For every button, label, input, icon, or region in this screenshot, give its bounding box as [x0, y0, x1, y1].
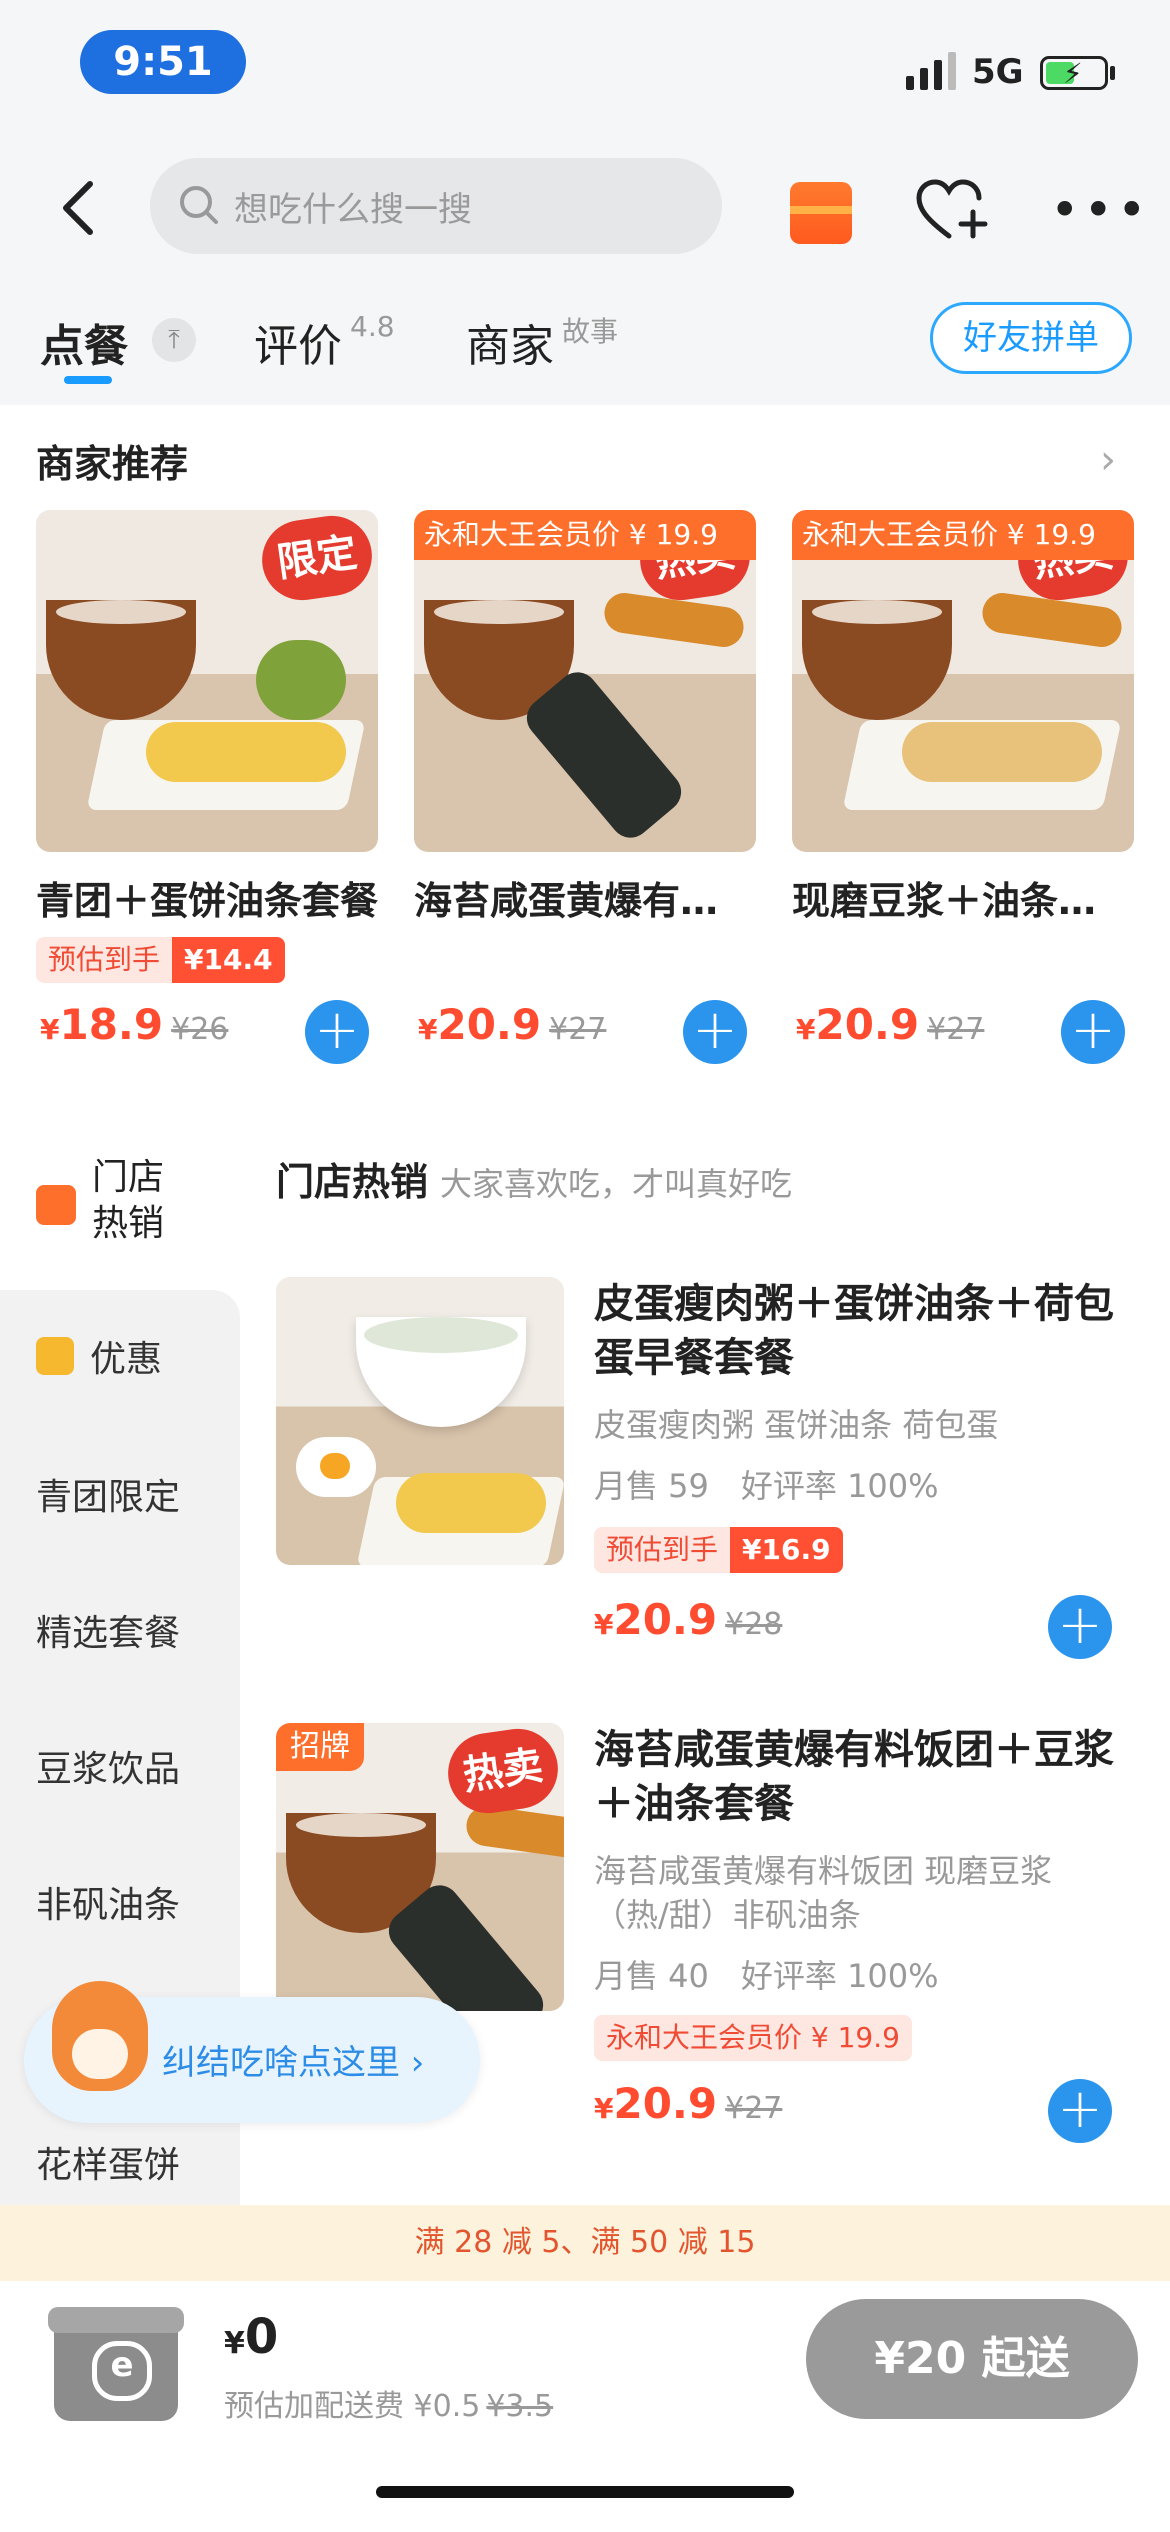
original-price: ¥27 [927, 1012, 985, 1047]
item-name: 海苔咸蛋黄爆有料饭团套餐 [414, 879, 756, 923]
price: ¥18.9 [40, 1000, 164, 1049]
red-packet-icon[interactable] [790, 182, 852, 244]
original-price: ¥26 [171, 1012, 229, 1047]
signature-tag: 招牌 [276, 1723, 364, 1771]
add-to-cart-button[interactable]: + [305, 1000, 369, 1064]
sidebar-item-pancake[interactable]: 花样蛋饼 [36, 2136, 180, 2188]
network-label: 5G [972, 52, 1024, 92]
battery-icon: ⚡ [1040, 56, 1108, 90]
recommend-card[interactable]: 热卖 永和大王会员价 ¥ 19.9 现磨豆浆＋油条蛋饼套餐 [792, 510, 1134, 925]
member-price-tag: 永和大王会员价 ¥ 19.9 [792, 510, 1134, 560]
add-to-cart-button[interactable]: + [1048, 2079, 1112, 2143]
tab-reviews[interactable]: 评价 4.8 [254, 310, 395, 374]
tag-icon [36, 1337, 74, 1375]
food-image: 热卖 永和大王会员价 ¥ 19.9 [792, 510, 1134, 852]
item-desc: 海苔咸蛋黄爆有料饭团 现磨豆浆（热/甜）非矾油条 [594, 1852, 1053, 1934]
shiba-mascot-icon [52, 1981, 148, 2091]
item-name: 青团＋蛋饼油条套餐 [36, 879, 378, 923]
sidebar-item-combos[interactable]: 精选套餐 [36, 1604, 180, 1656]
price: ¥20.9 [796, 1000, 920, 1049]
merchant-story: 故事 [562, 315, 619, 348]
search-icon [180, 186, 218, 224]
tab-merchant[interactable]: 商家 故事 [466, 310, 618, 374]
food-image: 热卖 永和大王会员价 ¥ 19.9 [414, 510, 756, 852]
price-row: ¥20.9 ¥27 [594, 2079, 783, 2128]
merchant-recommend-section: 商家推荐 › 限定 青团＋蛋饼油条套餐 预估到手 ¥14.4 ¥18.9 ¥26 +… [0, 405, 1170, 1115]
add-to-cart-button[interactable]: + [1048, 1595, 1112, 1659]
sidebar-item-qingtuan[interactable]: 青团限定 [36, 1468, 180, 1520]
review-score: 4.8 [350, 310, 395, 343]
more-options-icon[interactable]: ••• [1050, 185, 1150, 235]
item-sales: 月售 59 好评率 100% [594, 1467, 939, 1505]
search-input[interactable]: 想吃什么搜一搜 [150, 158, 722, 254]
tab-active-indicator [64, 376, 112, 384]
food-helper-button[interactable]: 纠结吃啥点这里 › [24, 1981, 480, 2123]
food-image: 热卖 招牌 [276, 1723, 564, 2011]
member-price-tag: 永和大王会员价 ¥ 19.9 [414, 510, 756, 560]
delivery-fee: 预估加配送费 ¥0.5 ¥3.5 [224, 2389, 554, 2424]
section-title: 商家推荐 [36, 442, 189, 486]
original-price: ¥27 [549, 1012, 607, 1047]
section-header: 门店热销 大家喜欢吃，才叫真好吃 [276, 1160, 793, 1204]
item-sales: 月售 40 好评率 100% [594, 1957, 939, 1995]
item-desc: 皮蛋瘦肉粥 蛋饼油条 荷包蛋 [594, 1406, 999, 1444]
back-arrow-icon[interactable] [60, 180, 96, 240]
chevron-right-icon[interactable]: › [1100, 437, 1116, 483]
recommend-card[interactable]: 热卖 永和大王会员价 ¥ 19.9 海苔咸蛋黄爆有料饭团套餐 [414, 510, 756, 925]
status-time: 9:51 [80, 30, 246, 94]
tab-order[interactable]: 点餐 [40, 310, 128, 374]
discount-promo-bar: 满 28 减 5、满 50 减 15 [0, 2205, 1170, 2281]
item-title: 皮蛋瘦肉粥＋蛋饼油条＋荷包蛋早餐套餐 [594, 1281, 1114, 1381]
status-bar: 9:51 5G ⚡ [0, 0, 1170, 140]
cart-box-icon[interactable] [48, 2307, 184, 2421]
thumbs-up-icon [36, 1185, 76, 1225]
sidebar-item-discount[interactable]: 优惠 [36, 1330, 162, 1382]
sidebar-item-youtiao[interactable]: 非矾油条 [36, 1876, 180, 1928]
friend-group-order-button[interactable]: 好友拼单 [930, 302, 1132, 374]
cart-total: ¥0 [224, 2309, 279, 2365]
min-order-button[interactable]: ¥20 起送 [806, 2299, 1138, 2419]
menu-item[interactable]: 皮蛋瘦肉粥＋蛋饼油条＋荷包蛋早餐套餐 皮蛋瘦肉粥 蛋饼油条 荷包蛋 月售 59 … [276, 1277, 1136, 1697]
member-price-tag: 永和大王会员价 ¥ 19.9 [594, 2015, 912, 2061]
recommend-card[interactable]: 限定 青团＋蛋饼油条套餐 预估到手 ¥14.4 [36, 510, 378, 987]
item-title: 海苔咸蛋黄爆有料饭团＋豆浆＋油条套餐 [594, 1727, 1114, 1827]
estimated-price-tag: 预估到手 ¥16.9 [594, 1527, 843, 1573]
food-image [276, 1277, 564, 1565]
price-row: ¥20.9 ¥28 [594, 1595, 783, 1644]
sidebar-item-soymilk[interactable]: 豆浆饮品 [36, 1740, 180, 1792]
add-to-cart-button[interactable]: + [683, 1000, 747, 1064]
search-placeholder: 想吃什么搜一搜 [234, 190, 472, 230]
limited-badge: 限定 [256, 510, 378, 606]
food-image: 限定 [36, 510, 378, 852]
home-indicator [376, 2486, 794, 2498]
item-name: 现磨豆浆＋油条蛋饼套餐 [792, 879, 1134, 923]
price: ¥20.9 [418, 1000, 542, 1049]
add-to-cart-button[interactable]: + [1061, 1000, 1125, 1064]
pin-top-icon[interactable]: ⤒ [152, 318, 196, 362]
hot-badge: 热卖 [442, 1723, 564, 1819]
tab-bar: 点餐 ⤒ 评价 4.8 商家 故事 好友拼单 [0, 270, 1170, 405]
favorite-add-icon[interactable] [915, 178, 991, 246]
price-row: ¥18.9 ¥26 [40, 1000, 228, 1049]
price-row: ¥20.9 ¥27 [796, 1000, 984, 1049]
top-nav: 想吃什么搜一搜 ••• [0, 140, 1170, 270]
estimated-price-tag: 预估到手 ¥14.4 [36, 937, 285, 983]
price-row: ¥20.9 ¥27 [418, 1000, 606, 1049]
